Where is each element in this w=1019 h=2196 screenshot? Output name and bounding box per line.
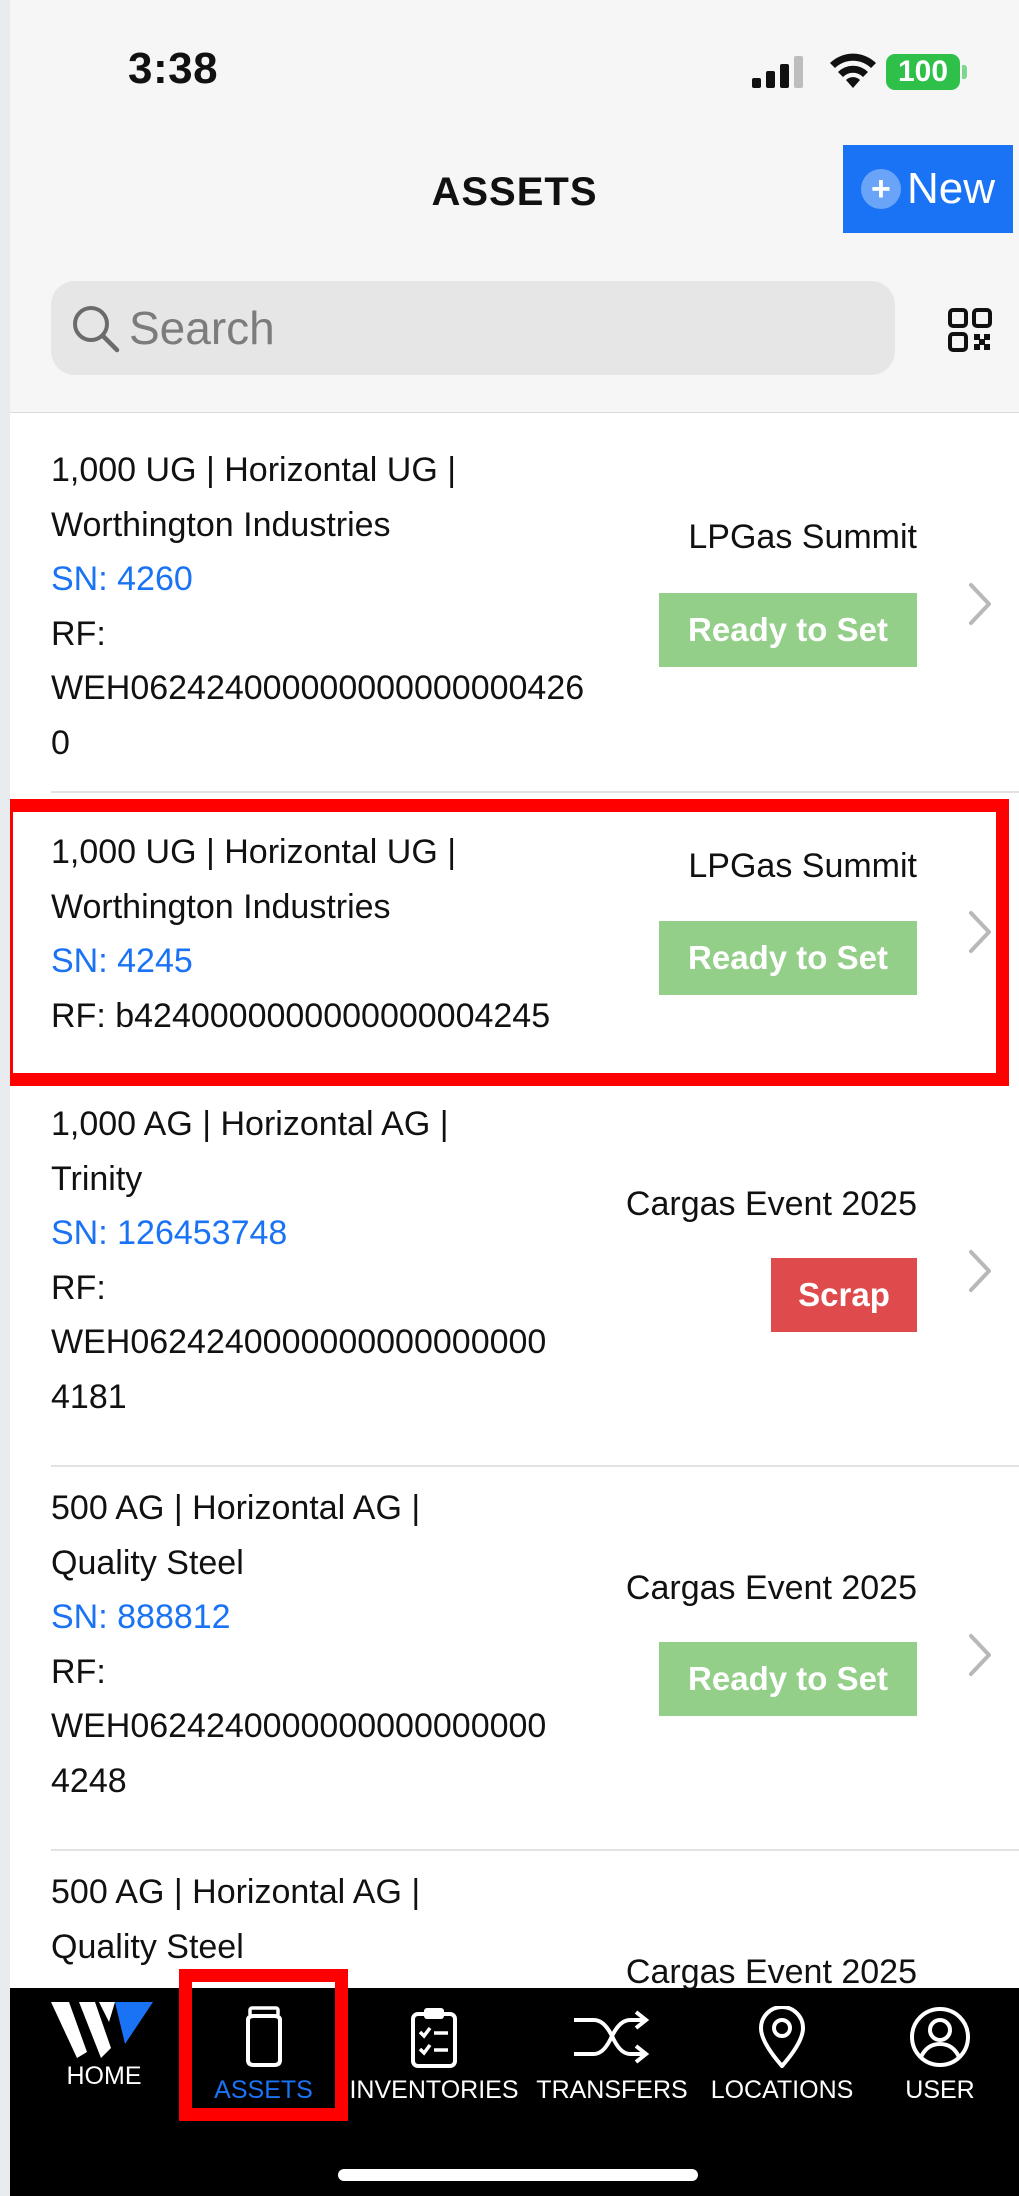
tab-assets[interactable]: ASSETS (192, 1988, 335, 2128)
user-circle-icon (910, 2007, 970, 2067)
asset-rf-label: RF: (51, 1652, 106, 1691)
qr-scan-icon[interactable] (948, 308, 992, 352)
asset-details: 500 AG | Horizontal AG | Quality Steel S… (51, 1865, 641, 1988)
asset-rf-value: WEH062424000000000000000426 (51, 669, 585, 707)
battery-nub (962, 65, 967, 79)
asset-row[interactable]: 1,000 UG | Horizontal UG | Worthington I… (51, 795, 1019, 1085)
asset-rf-value-cont: 0 (51, 723, 70, 762)
asset-serial-number: SN: 888 (51, 1974, 641, 1988)
asset-description: 1,000 UG | Horizontal UG | (51, 451, 457, 489)
tank-icon (245, 2006, 282, 2067)
chevron-right-icon (969, 1634, 991, 1676)
plus-circle-icon: + (860, 169, 901, 209)
tab-label: HOME (66, 2062, 142, 2090)
asset-description: 1,000 UG | Horizontal UG | (51, 833, 457, 871)
tab-inventories[interactable]: INVENTORIES (349, 1988, 519, 2128)
asset-manufacturer: Worthington Industries (51, 887, 391, 926)
map-pin-icon (758, 2006, 806, 2068)
asset-location: Cargas Event 2025 (625, 1569, 917, 1607)
new-asset-button[interactable]: + New (843, 145, 1013, 233)
asset-manufacturer: Quality Steel (51, 1927, 244, 1966)
asset-location: LPGas Summit (688, 518, 917, 556)
search-icon (73, 306, 120, 353)
clipboard-checklist-icon (411, 2008, 457, 2068)
status-bar: 3:38 100 (10, 0, 1019, 130)
asset-details: 1,000 UG | Horizontal UG | Worthington I… (51, 443, 641, 770)
app-header: ASSETS + New (10, 130, 1019, 260)
phone-screen: 3:38 100 ASSETS + New Search 1,000 UG | … (10, 0, 1019, 2196)
asset-rf: RF: b4240000000000000004245 (51, 996, 551, 1035)
wifi-icon (830, 53, 876, 88)
home-indicator (338, 2169, 698, 2181)
asset-rf-value: WEH0624240000000000000000 (51, 1707, 547, 1745)
asset-row[interactable]: 1,000 UG | Horizontal UG | Worthington I… (51, 413, 1019, 793)
battery-icon: 100 (886, 54, 960, 90)
asset-serial-number: SN: 4245 (51, 942, 193, 980)
asset-rf-label: RF: (51, 1268, 106, 1307)
tab-label: INVENTORIES (349, 2076, 519, 2104)
tab-label: USER (905, 2076, 975, 2104)
asset-location: Cargas Event 2025 (625, 1185, 917, 1223)
search-input[interactable] (129, 301, 829, 355)
tab-home[interactable]: HOME (24, 1988, 184, 2128)
asset-location: LPGas Summit (688, 847, 917, 885)
cellular-signal-icon (752, 56, 803, 88)
new-button-label: New (906, 164, 996, 213)
search-box[interactable] (51, 281, 895, 375)
asset-row[interactable]: 500 AG | Horizontal AG | Quality Steel S… (51, 1469, 1019, 1851)
asset-rf-value-cont: 4248 (51, 1761, 127, 1800)
status-badge: Ready to Set (659, 921, 917, 995)
tab-label: TRANSFERS (536, 2076, 688, 2104)
status-badge: Ready to Set (659, 593, 917, 667)
search-area (10, 260, 1019, 413)
asset-rf-value: WEH0624240000000000000000 (51, 1323, 547, 1361)
screen-edge (0, 0, 10, 2196)
asset-description: 1,000 AG | Horizontal AG | (51, 1105, 449, 1143)
tab-locations[interactable]: LOCATIONS (698, 1988, 866, 2128)
asset-serial-number: SN: 888812 (51, 1598, 231, 1636)
asset-rf-label: RF: (51, 614, 106, 653)
asset-manufacturer: Quality Steel (51, 1543, 244, 1582)
tab-user[interactable]: USER (870, 1988, 1010, 2128)
tab-transfers[interactable]: TRANSFERS (528, 1988, 696, 2128)
brand-logo-icon (51, 2002, 153, 2058)
chevron-right-icon (969, 911, 991, 953)
asset-details: 1,000 AG | Horizontal AG | Trinity SN: 1… (51, 1097, 641, 1424)
asset-row[interactable]: 500 AG | Horizontal AG | Quality Steel S… (51, 1853, 1019, 1988)
chevron-right-icon (969, 583, 991, 625)
asset-description: 500 AG | Horizontal AG | (51, 1873, 421, 1911)
chevron-right-icon (969, 1250, 991, 1292)
asset-manufacturer: Worthington Industries (51, 505, 391, 544)
status-time: 3:38 (128, 44, 219, 93)
asset-serial-number: SN: 4260 (51, 560, 193, 598)
tab-label: ASSETS (214, 2076, 313, 2104)
asset-rf-value-cont: 4181 (51, 1377, 127, 1416)
bottom-tab-bar: HOME ASSETS INVENTORIES TRANSFERS LOCATI… (10, 1988, 1019, 2196)
asset-row[interactable]: 1,000 AG | Horizontal AG | Trinity SN: 1… (51, 1085, 1019, 1467)
status-badge: Scrap (771, 1258, 917, 1332)
tab-label: LOCATIONS (710, 2076, 854, 2104)
asset-serial-number: SN: 126453748 (51, 1214, 288, 1252)
asset-location: Cargas Event 2025 (625, 1953, 917, 1988)
asset-description: 500 AG | Horizontal AG | (51, 1489, 421, 1527)
status-badge: Ready to Set (659, 1642, 917, 1716)
asset-list: 1,000 UG | Horizontal UG | Worthington I… (10, 413, 1019, 1988)
shuffle-icon (574, 2010, 650, 2064)
asset-details: 1,000 UG | Horizontal UG | Worthington I… (51, 825, 641, 1043)
asset-manufacturer: Trinity (51, 1159, 143, 1198)
asset-details: 500 AG | Horizontal AG | Quality Steel S… (51, 1481, 641, 1808)
